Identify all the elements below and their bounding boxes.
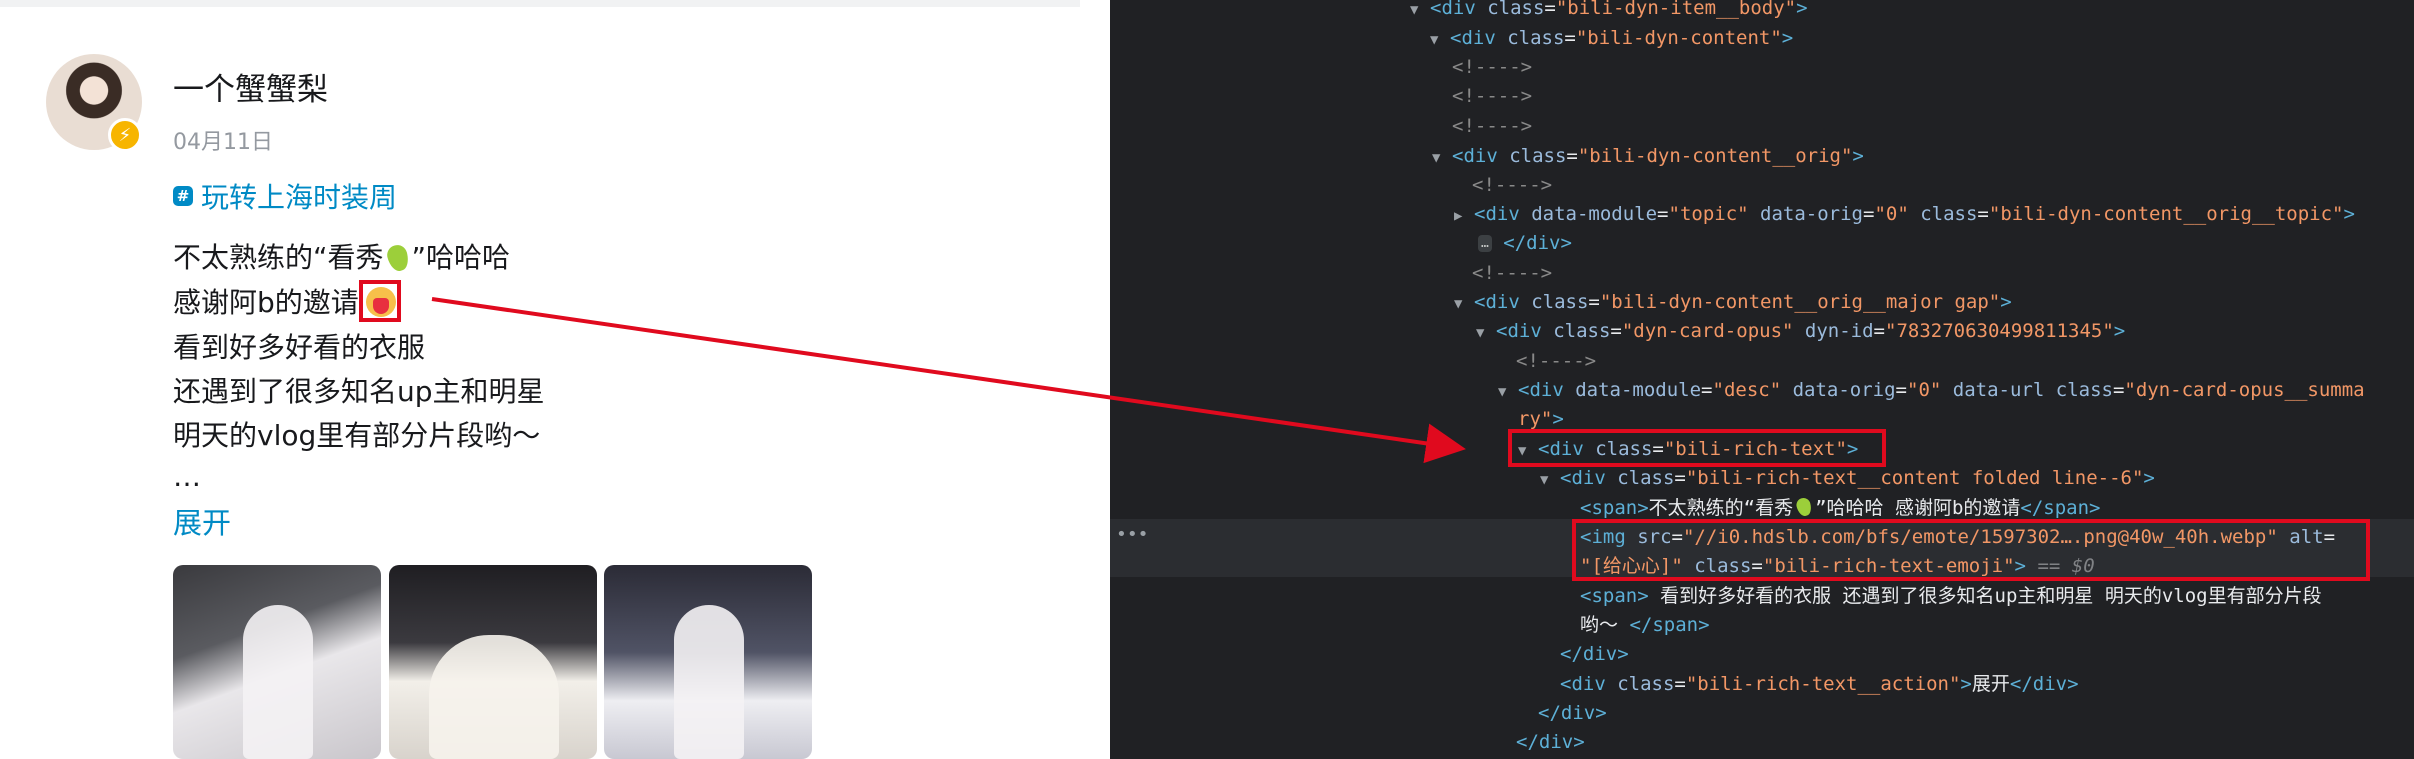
dom-comment[interactable]: <!----> [1472, 171, 1552, 200]
post-text-line: 感谢阿b的邀请 [173, 280, 401, 322]
post-text-line: 看到好多好看的衣服 [173, 331, 426, 364]
devtools-elements-panel: ••• ▼ <div class="bili-dyn-item__body"> ▼… [1110, 0, 2414, 759]
post-image[interactable] [389, 565, 597, 759]
post-image[interactable] [173, 565, 381, 759]
top-divider [0, 0, 1080, 7]
dom-comment[interactable]: <!----> [1452, 53, 1532, 82]
dom-node[interactable]: ▼ <div class="bili-rich-text__content fol… [1540, 464, 2155, 493]
expand-ellipsis-button[interactable]: … [1478, 235, 1492, 252]
post-text-line: 不太熟练的“看秀 ”哈哈哈 [173, 241, 511, 274]
highlight-box-img [1572, 519, 2370, 581]
dom-node[interactable]: ▼ <div class="bili-dyn-content__orig__maj… [1454, 288, 2012, 317]
lightning-badge-icon: ⚡ [108, 118, 142, 152]
topic-icon: # [173, 186, 193, 206]
dom-node[interactable]: ▼ <div data-module="desc" data-orig="0" d… [1498, 376, 2365, 405]
post-panel: ⚡ 一个蟹蟹梨 04月11日 # 玩转上海时装周 不太熟练的“看秀 ”哈哈哈 感谢… [0, 0, 1110, 759]
post-image[interactable] [604, 565, 812, 759]
dom-close-tag[interactable]: </div> [1560, 640, 1629, 669]
more-options-icon[interactable]: ••• [1116, 524, 1149, 545]
dom-node[interactable]: ▼ <div class="bili-dyn-content"> [1430, 24, 1793, 53]
dom-comment[interactable]: <!----> [1452, 82, 1532, 111]
post-date[interactable]: 04月11日 [173, 124, 273, 156]
dom-close-tag[interactable]: </div> [1516, 728, 1585, 757]
topic-link[interactable]: # 玩转上海时装周 [173, 176, 397, 216]
dom-node-wrap[interactable]: 哟～ </span> [1580, 611, 1710, 640]
expand-button[interactable]: 展开 [173, 500, 231, 542]
post-text-line: 还遇到了很多知名up主和明星 [173, 375, 545, 408]
pear-emoji-icon [1795, 496, 1814, 518]
give-heart-emoji-icon [358, 280, 401, 322]
dom-node[interactable]: ▼ <div class="bili-dyn-item__body"> [1410, 0, 1808, 23]
dom-close-tag[interactable]: </div> [1538, 699, 1607, 728]
dom-node[interactable]: ▼ <div class="bili-dyn-content__orig"> [1432, 142, 1864, 171]
dom-node[interactable]: <span> 看到好多好看的衣服 还遇到了很多知名up主和明星 明天的vlog里… [1580, 582, 2322, 611]
dom-node[interactable]: ▼ <div class="dyn-card-opus" dyn-id="7832… [1476, 317, 2125, 346]
dom-node[interactable]: <div class="bili-rich-text__action">展开</… [1560, 670, 2079, 699]
dom-comment[interactable]: <!----> [1516, 347, 1596, 376]
pear-emoji-icon [384, 242, 411, 274]
post-text-line: 明天的vlog里有部分片段哟～ [173, 419, 541, 452]
post-text-ellipsis: … [173, 460, 201, 493]
username[interactable]: 一个蟹蟹梨 [173, 64, 328, 109]
dom-node-collapsed[interactable]: … </div> [1478, 229, 1572, 258]
highlight-box-rich-text [1508, 429, 1886, 467]
dom-comment[interactable]: <!----> [1472, 259, 1552, 288]
topic-label: 玩转上海时装周 [201, 181, 398, 214]
dom-comment[interactable]: <!----> [1452, 112, 1532, 141]
dom-node[interactable]: ▶ <div data-module="topic" data-orig="0" … [1454, 200, 2355, 229]
